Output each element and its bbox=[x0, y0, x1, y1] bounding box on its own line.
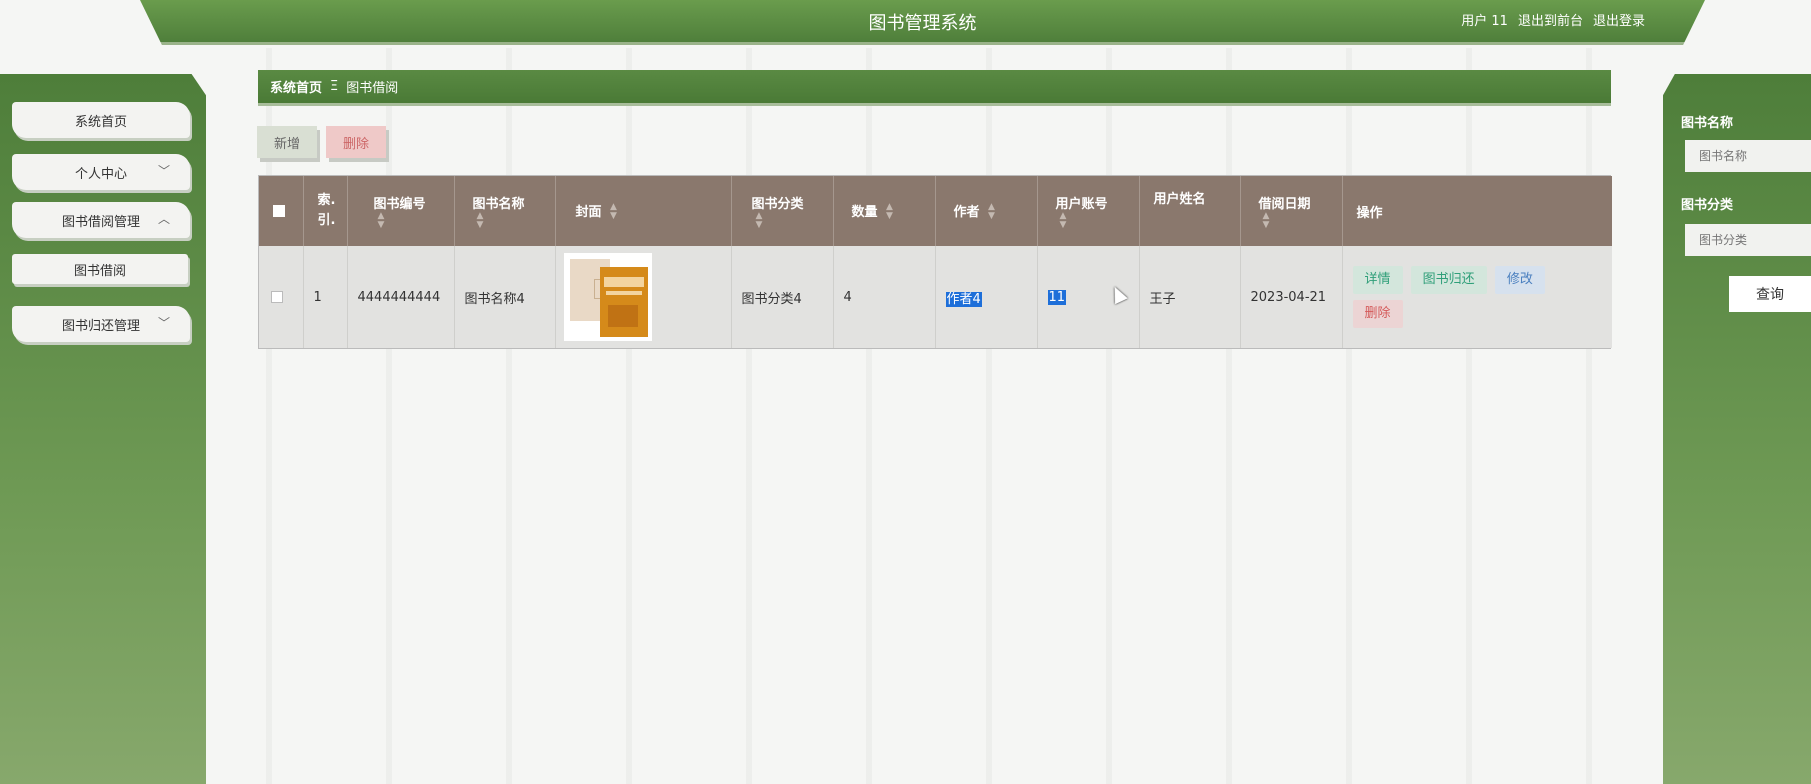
sort-icon: ▲ ▼ bbox=[1059, 210, 1067, 230]
ops-header: 操作 bbox=[1342, 176, 1612, 246]
row-select-cell bbox=[259, 246, 304, 348]
search-category-label: 图书分类 bbox=[1681, 198, 1734, 213]
search-name-label: 图书名称 bbox=[1681, 116, 1734, 131]
category-header[interactable]: 图书分类 ▲ ▼ bbox=[731, 176, 834, 246]
row-index: 1 bbox=[303, 246, 348, 348]
book-no-header[interactable]: 图书编号 ▲ ▼ bbox=[347, 176, 455, 246]
batch-delete-button[interactable]: 删除 bbox=[326, 126, 386, 158]
exit-to-front-link[interactable]: 退出到前台 bbox=[1518, 10, 1583, 29]
row-checkbox[interactable] bbox=[271, 291, 283, 303]
breadcrumb-separator-icon: Ξ bbox=[330, 79, 339, 94]
logout-link[interactable]: 退出登录 bbox=[1593, 10, 1645, 29]
sort-icon: ▲ ▼ bbox=[610, 202, 617, 222]
query-button[interactable]: 查询 bbox=[1729, 276, 1811, 312]
header-user-area: 用户 11 退出到前台 退出登录 bbox=[1461, 10, 1645, 29]
row-borrow-date: 2023-04-21 bbox=[1240, 246, 1343, 348]
user-label: 用户 11 bbox=[1461, 14, 1508, 29]
user-account-header[interactable]: 用户账号 ▲ ▼ bbox=[1037, 176, 1140, 246]
sidebar-item-label: 图书借阅 bbox=[73, 263, 126, 279]
sidebar-item-label: 图书归还管理 bbox=[61, 318, 140, 334]
author-header[interactable]: 作者 ▲ ▼ bbox=[935, 176, 1038, 246]
sort-icon: ▲ ▼ bbox=[1262, 210, 1270, 230]
index-header-line2: 引. bbox=[317, 213, 336, 228]
sidebar-item-personal-center[interactable]: 个人中心 ﹀ bbox=[12, 154, 190, 190]
row-cover-cell bbox=[555, 246, 732, 348]
user-name-header: 用户姓名 bbox=[1139, 176, 1241, 246]
row-user-account: 11 bbox=[1047, 289, 1067, 305]
header-label: 用户姓名 bbox=[1153, 192, 1206, 207]
add-button[interactable]: 新增 bbox=[257, 126, 317, 158]
row-book-name: 图书名称4 bbox=[454, 246, 556, 348]
header-label: 数量 bbox=[851, 204, 878, 220]
table-row: 1 4444444444 图书名称4 图书分类4 4 作者4 11 王子 202… bbox=[259, 246, 1612, 348]
sort-icon: ▲ ▼ bbox=[886, 202, 893, 222]
sidebar-item-book-borrow[interactable]: 图书借阅 bbox=[12, 254, 188, 284]
edit-button[interactable]: 修改 bbox=[1494, 266, 1545, 294]
sort-icon: ▲ ▼ bbox=[988, 202, 995, 222]
row-ops-cell: 详情 图书归还 修改 删除 bbox=[1342, 246, 1612, 348]
sort-icon: ▲ ▼ bbox=[755, 210, 763, 230]
header-label: 图书分类 bbox=[751, 196, 804, 212]
table-header-row: 索. 引. 图书编号 ▲▼ 图书名称 ▲▼ 封面 ▲▼ 图书分类 ▲▼ bbox=[259, 176, 1612, 246]
sidebar-item-label: 系统首页 bbox=[74, 114, 127, 130]
header-label: 操作 bbox=[1356, 205, 1383, 221]
borrow-table: 索. 引. 图书编号 ▲▼ 图书名称 ▲▼ 封面 ▲▼ 图书分类 ▲▼ bbox=[258, 175, 1612, 349]
header-label: 作者 bbox=[953, 204, 980, 220]
row-author-cell: 作者4 bbox=[935, 246, 1038, 348]
book-category-search-input[interactable] bbox=[1685, 224, 1811, 256]
background-texture bbox=[206, 48, 1656, 784]
detail-button[interactable]: 详情 bbox=[1352, 266, 1403, 294]
header-label: 封面 bbox=[575, 204, 602, 220]
top-header-bar: 图书管理系统 用户 11 退出到前台 退出登录 bbox=[140, 0, 1705, 45]
sidebar-item-label: 图书借阅管理 bbox=[61, 214, 140, 230]
cover-header[interactable]: 封面 ▲ ▼ bbox=[555, 176, 732, 246]
sidebar-item-label: 个人中心 bbox=[74, 166, 127, 182]
return-book-button[interactable]: 图书归还 bbox=[1410, 266, 1487, 294]
right-search-panel: 图书名称 图书分类 查询 bbox=[1663, 74, 1811, 784]
header-label: 用户账号 bbox=[1055, 196, 1108, 212]
header-label: 图书名称 bbox=[472, 196, 525, 212]
row-user-name: 王子 bbox=[1139, 246, 1241, 348]
breadcrumb-home[interactable]: 系统首页 bbox=[270, 77, 322, 96]
delete-button[interactable]: 删除 bbox=[1352, 300, 1403, 328]
index-header: 索. 引. bbox=[303, 176, 348, 246]
sidebar-item-home[interactable]: 系统首页 bbox=[12, 102, 190, 138]
header-label: 借阅日期 bbox=[1258, 196, 1311, 212]
sort-icon: ▲ ▼ bbox=[377, 210, 385, 230]
sidebar-item-return-management[interactable]: 图书归还管理 ﹀ bbox=[12, 306, 190, 342]
book-name-search-input[interactable] bbox=[1685, 140, 1811, 172]
row-quantity: 4 bbox=[833, 246, 936, 348]
header-label: 图书编号 bbox=[373, 196, 426, 212]
quantity-header[interactable]: 数量 ▲ ▼ bbox=[833, 176, 936, 246]
select-all-checkbox[interactable] bbox=[273, 205, 285, 217]
sidebar-item-borrow-management[interactable]: 图书借阅管理 ︿ bbox=[12, 202, 190, 238]
row-book-no: 4444444444 bbox=[347, 246, 455, 348]
row-category: 图书分类4 bbox=[731, 246, 834, 348]
chevron-up-icon: ︿ bbox=[157, 212, 170, 226]
book-cover-image[interactable] bbox=[563, 253, 652, 341]
sort-icon: ▲ ▼ bbox=[476, 210, 484, 230]
chevron-down-icon: ﹀ bbox=[157, 316, 170, 330]
index-header-line1: 索. bbox=[317, 193, 336, 208]
chevron-down-icon: ﹀ bbox=[157, 164, 170, 178]
breadcrumb: 系统首页 Ξ 图书借阅 bbox=[258, 70, 1611, 106]
breadcrumb-current: 图书借阅 bbox=[346, 81, 399, 96]
book-name-header[interactable]: 图书名称 ▲ ▼ bbox=[454, 176, 556, 246]
borrow-date-header[interactable]: 借阅日期 ▲ ▼ bbox=[1240, 176, 1343, 246]
left-sidebar: 系统首页 个人中心 ﹀ 图书借阅管理 ︿ 图书借阅 图书归还管理 ﹀ bbox=[0, 74, 206, 784]
select-all-header bbox=[259, 176, 304, 246]
row-author: 作者4 bbox=[945, 291, 982, 307]
